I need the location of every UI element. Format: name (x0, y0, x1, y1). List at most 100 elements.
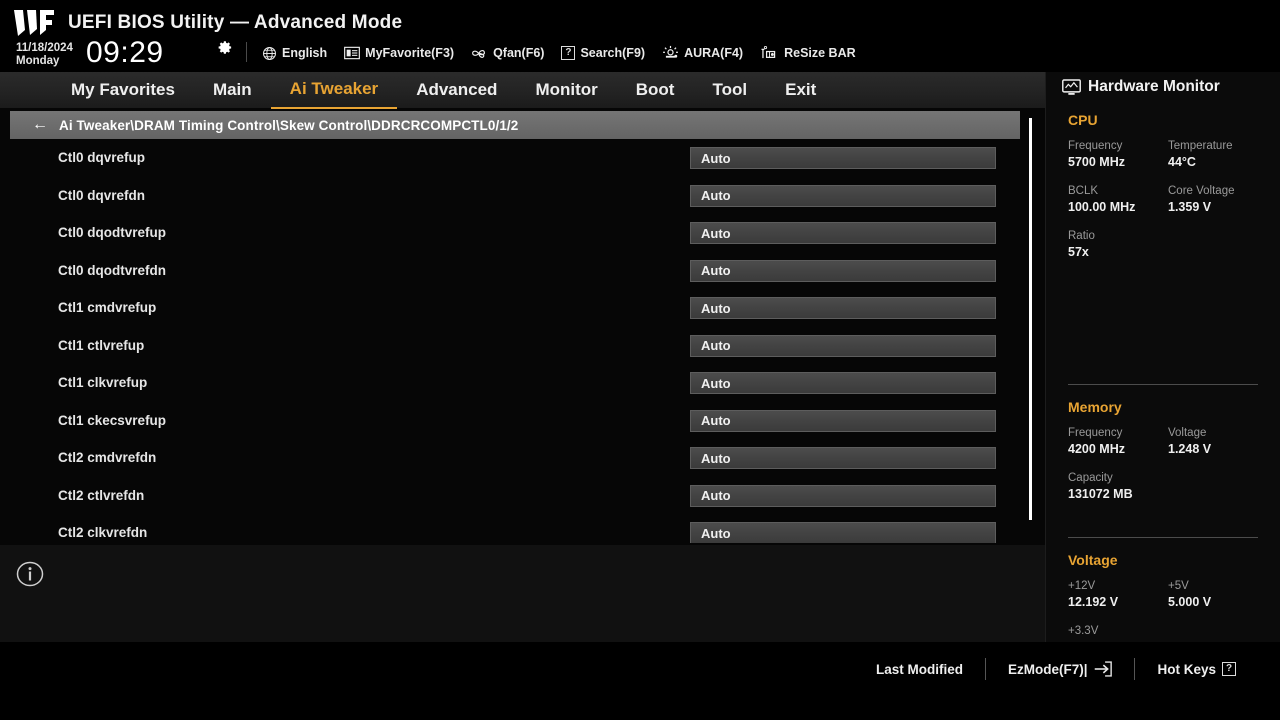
setting-row[interactable]: Ctl2 clkvrefdn Auto (0, 518, 1031, 543)
setting-row[interactable]: Ctl1 cmdvrefup Auto (0, 293, 1031, 331)
setting-label: Ctl1 ckecsvrefup (58, 412, 167, 428)
hw-field-key: Voltage (1168, 427, 1207, 439)
hw-field-value: 1.359 V (1168, 200, 1212, 214)
setting-row[interactable]: Ctl0 dqvrefdn Auto (0, 181, 1031, 219)
last-modified-button[interactable]: Last Modified (854, 662, 985, 677)
menu-item-advanced[interactable]: Advanced (397, 72, 516, 108)
menu-item-ai-tweaker[interactable]: Ai Tweaker (270, 71, 398, 109)
gear-icon[interactable] (218, 40, 233, 55)
footer-bar: Last Modified EzMode(F7)| Hot Keys ? Ver… (0, 642, 1280, 720)
hw-section-divider (1068, 537, 1258, 538)
footer-actions: Last Modified EzMode(F7)| Hot Keys ? (854, 658, 1258, 680)
exit-arrow-icon (1095, 661, 1113, 677)
setting-row[interactable]: Ctl0 dqvrefup Auto (0, 143, 1031, 181)
hw-field: Frequency 5700 MHz (1068, 140, 1168, 169)
tuf-gaming-logo (14, 10, 54, 36)
setting-label: Ctl0 dqodtvrefdn (58, 262, 166, 278)
hw-field: Ratio 57x (1068, 230, 1268, 259)
hw-field-key: Ratio (1068, 230, 1095, 242)
menu-item-my-favorites[interactable]: My Favorites (52, 72, 194, 108)
setting-value-text: Auto (701, 225, 731, 241)
hw-field: Temperature 44°C (1168, 140, 1268, 169)
hw-field: +12V 12.192 V (1068, 580, 1168, 609)
setting-value-field[interactable]: Auto (690, 259, 996, 282)
fan-icon (472, 49, 486, 58)
hw-section-title: Memory (1068, 399, 1122, 415)
setting-value-field[interactable]: Auto (690, 184, 996, 207)
setting-value-field[interactable]: Auto (690, 222, 996, 244)
resize-bar-button[interactable]: ReSize BAR (760, 45, 856, 61)
hw-field-key: +3.3V (1068, 625, 1099, 637)
setting-value-field[interactable]: Auto (690, 297, 996, 319)
language-button[interactable]: English (262, 46, 327, 61)
setting-value-field[interactable]: Auto (690, 334, 996, 357)
hot-keys-question-icon: ? (1222, 662, 1236, 676)
settings-scrollbar[interactable] (1029, 118, 1032, 520)
hw-field: Core Voltage 1.359 V (1168, 185, 1268, 214)
setting-label: Ctl0 dqvrefup (58, 150, 146, 165)
ez-mode-button[interactable]: EzMode(F7)| (986, 661, 1135, 677)
hw-field: BCLK 100.00 MHz (1068, 185, 1168, 214)
setting-value-field[interactable]: Auto (690, 484, 996, 507)
menu-item-monitor[interactable]: Monitor (516, 72, 616, 108)
setting-value-field[interactable]: Auto (690, 409, 996, 432)
setting-value-text: Auto (701, 450, 731, 466)
top-header: UEFI BIOS Utility — Advanced Mode 11/18/… (0, 0, 1280, 72)
hw-field-key: +5V (1168, 580, 1189, 592)
help-panel (0, 545, 1045, 642)
setting-value-field[interactable]: Auto (690, 522, 996, 543)
setting-value-field[interactable]: Auto (690, 372, 996, 394)
hw-field: Voltage 1.248 V (1168, 427, 1268, 456)
hot-keys-label: Hot Keys (1157, 661, 1216, 677)
setting-row[interactable]: Ctl1 clkvrefup Auto (0, 368, 1031, 406)
hw-field-value: 4200 MHz (1068, 442, 1125, 456)
weekday-text: Monday (16, 54, 60, 67)
breadcrumb[interactable]: ← Ai Tweaker\DRAM Timing Control\Skew Co… (10, 111, 1020, 139)
setting-row[interactable]: Ctl2 ctlvrefdn Auto (0, 481, 1031, 519)
setting-value-field[interactable]: Auto (690, 147, 996, 169)
hw-field-value: 57x (1068, 245, 1089, 259)
back-arrow-icon[interactable]: ← (32, 117, 48, 133)
menu-item-exit[interactable]: Exit (766, 72, 835, 108)
setting-row[interactable]: Ctl0 dqodtvrefup Auto (0, 218, 1031, 256)
setting-row[interactable]: Ctl2 cmdvrefdn Auto (0, 443, 1031, 481)
hw-field: Frequency 4200 MHz (1068, 427, 1168, 456)
hw-field-key: Frequency (1068, 427, 1123, 439)
search-button[interactable]: ? Search(F9) (561, 46, 645, 60)
question-icon: ? (561, 46, 576, 60)
setting-value-text: Auto (701, 300, 731, 316)
aura-button[interactable]: AURA(F4) (662, 45, 743, 61)
setting-label: Ctl2 clkvrefdn (58, 525, 148, 540)
hw-field-value: 1.248 V (1168, 442, 1212, 456)
hw-field-grid: Frequency 5700 MHz Temperature 44°C BCLK 100.… (1068, 140, 1268, 275)
hw-field-grid: Frequency 4200 MHz Voltage 1.248 V Capacity 1… (1068, 427, 1268, 517)
menu-item-tool[interactable]: Tool (693, 72, 766, 108)
hw-field-value: 12.192 V (1068, 595, 1119, 609)
setting-value-text: Auto (701, 488, 731, 503)
myfavorite-button[interactable]: MyFavorite(F3) (344, 46, 454, 60)
page-title: UEFI BIOS Utility — Advanced Mode (68, 12, 403, 33)
menu-item-boot[interactable]: Boot (617, 72, 694, 108)
setting-value-field[interactable]: Auto (690, 447, 996, 469)
setting-value-text: Auto (701, 150, 731, 166)
setting-label: Ctl1 clkvrefup (58, 375, 148, 390)
setting-label: Ctl2 ctlvrefdn (58, 487, 145, 503)
hw-field-key: Frequency (1068, 140, 1123, 152)
hw-field-key: +12V (1068, 580, 1096, 592)
hw-field-value: 131072 MB (1068, 487, 1133, 501)
qfan-button[interactable]: Qfan(F6) (471, 46, 544, 61)
list-icon (344, 46, 361, 60)
setting-value-text: Auto (701, 413, 731, 428)
date-text: 11/18/2024 (16, 42, 73, 54)
setting-row[interactable]: Ctl0 dqodtvrefdn Auto (0, 256, 1031, 294)
hw-field-key: Temperature (1168, 140, 1233, 152)
header-divider (246, 42, 247, 62)
setting-label: Ctl1 ctlvrefup (58, 337, 145, 353)
setting-row[interactable]: Ctl1 ctlvrefup Auto (0, 331, 1031, 369)
myfavorite-label: MyFavorite(F3) (365, 46, 455, 60)
hot-keys-button[interactable]: Hot Keys ? (1135, 662, 1258, 677)
info-icon[interactable] (16, 560, 44, 588)
setting-value-text: Auto (701, 263, 731, 278)
menu-item-main[interactable]: Main (194, 72, 271, 108)
setting-row[interactable]: Ctl1 ckecsvrefup Auto (0, 406, 1031, 444)
